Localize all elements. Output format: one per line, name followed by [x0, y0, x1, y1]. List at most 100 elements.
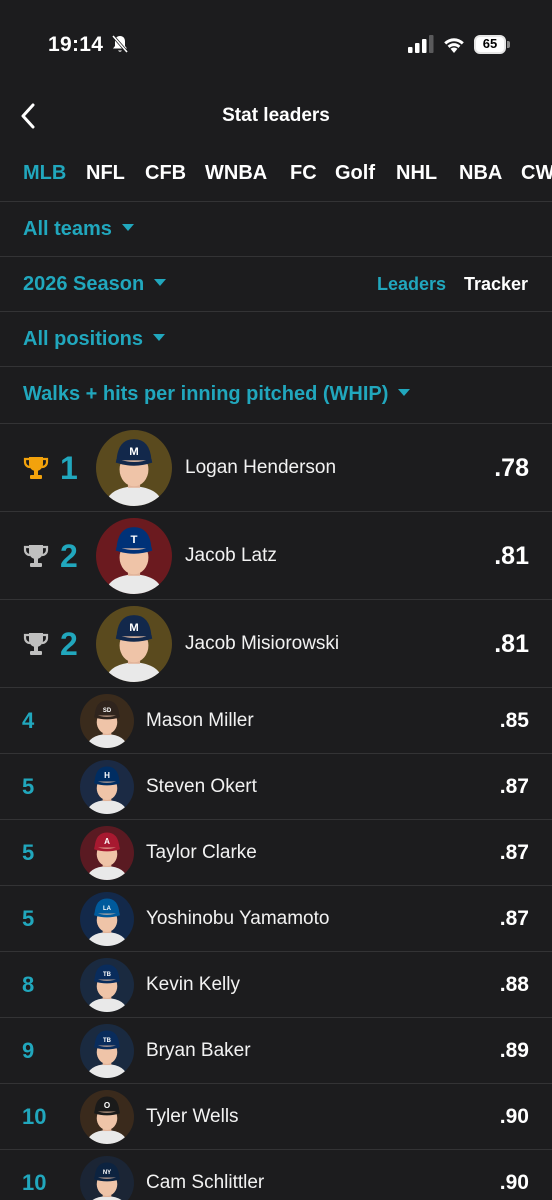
- season-filter-row: 2026 Season Leaders Tracker: [0, 256, 552, 311]
- player-name[interactable]: Jacob Latz: [185, 545, 277, 567]
- svg-text:NY: NY: [103, 1170, 111, 1176]
- stat-value: .90: [499, 1104, 529, 1128]
- wifi-icon: [444, 38, 464, 53]
- leaders-toggle[interactable]: Leaders: [377, 274, 446, 295]
- leader-row[interactable]: 2 M Jacob Misiorowski .81: [0, 599, 552, 687]
- tracker-toggle[interactable]: Tracker: [464, 274, 528, 295]
- stat-value: .87: [499, 906, 529, 930]
- leader-row[interactable]: 5 A Taylor Clarke .87: [0, 819, 552, 885]
- player-avatar[interactable]: NY: [80, 1156, 134, 1200]
- player-name[interactable]: Tyler Wells: [146, 1106, 239, 1128]
- rank-number: 5: [22, 906, 35, 932]
- nav-header: Stat leaders: [0, 90, 552, 145]
- player-name[interactable]: Bryan Baker: [146, 1040, 251, 1062]
- rank-number: 8: [22, 972, 35, 998]
- trophy-icon: [23, 633, 49, 655]
- stat-filter-dropdown[interactable]: Walks + hits per inning pitched (WHIP): [23, 383, 411, 406]
- tab-nhl[interactable]: NHL: [396, 162, 437, 185]
- stat-value: .87: [499, 840, 529, 864]
- stat-value: .78: [494, 453, 529, 482]
- team-filter-dropdown[interactable]: All teams: [23, 218, 134, 241]
- player-avatar[interactable]: SD: [80, 694, 134, 748]
- battery-indicator: 65: [474, 35, 510, 54]
- bell-muted-icon: [111, 35, 129, 53]
- tab-wnba[interactable]: WNBA: [205, 162, 267, 185]
- rank-number: 9: [22, 1038, 35, 1064]
- leader-row[interactable]: 8 TB Kevin Kelly .88: [0, 951, 552, 1017]
- player-name[interactable]: Yoshinobu Yamamoto: [146, 908, 329, 930]
- player-name[interactable]: Cam Schlittler: [146, 1172, 264, 1194]
- leader-row[interactable]: 5 LA Yoshinobu Yamamoto .87: [0, 885, 552, 951]
- trophy-icon: [23, 545, 49, 567]
- tab-nfl[interactable]: NFL: [86, 162, 125, 185]
- leader-row[interactable]: 5 H Steven Okert .87: [0, 753, 552, 819]
- rank-number: 5: [22, 774, 35, 800]
- svg-text:H: H: [104, 771, 110, 780]
- status-bar: 19:14 65: [0, 0, 552, 90]
- stat-value: .88: [499, 972, 529, 996]
- tab-cw[interactable]: CW: [521, 162, 552, 185]
- stat-value: .81: [494, 541, 529, 570]
- player-avatar[interactable]: M: [96, 606, 172, 682]
- tab-fc[interactable]: FC: [290, 162, 317, 185]
- player-name[interactable]: Taylor Clarke: [146, 842, 257, 864]
- caret-down-icon: [154, 279, 167, 286]
- player-name[interactable]: Jacob Misiorowski: [185, 633, 339, 655]
- position-filter-row: All positions: [0, 311, 552, 366]
- stat-value: .85: [499, 708, 529, 732]
- player-avatar[interactable]: T: [96, 518, 172, 594]
- player-name[interactable]: Steven Okert: [146, 776, 257, 798]
- stat-value: .90: [499, 1170, 529, 1194]
- player-name[interactable]: Logan Henderson: [185, 457, 336, 479]
- cellular-signal-icon: [408, 35, 434, 53]
- page-title: Stat leaders: [222, 105, 330, 126]
- player-avatar[interactable]: TB: [80, 1024, 134, 1078]
- season-filter-dropdown[interactable]: 2026 Season: [23, 273, 167, 296]
- player-avatar[interactable]: TB: [80, 958, 134, 1012]
- rank-number: 5: [22, 840, 35, 866]
- player-avatar[interactable]: M: [96, 430, 172, 506]
- svg-text:SD: SD: [103, 708, 112, 714]
- svg-text:A: A: [104, 837, 110, 846]
- tab-cfb[interactable]: CFB: [145, 162, 186, 185]
- position-filter-label: All positions: [23, 328, 143, 350]
- battery-level: 65: [482, 36, 498, 51]
- trophy-icon: [23, 457, 49, 479]
- leader-row[interactable]: 1 M Logan Henderson .78: [0, 423, 552, 511]
- player-avatar[interactable]: A: [80, 826, 134, 880]
- svg-text:TB: TB: [103, 972, 112, 978]
- leader-row[interactable]: 9 TB Bryan Baker .89: [0, 1017, 552, 1083]
- tab-nba[interactable]: NBA: [459, 162, 502, 185]
- leader-row[interactable]: 10 O Tyler Wells .90: [0, 1083, 552, 1149]
- caret-down-icon: [121, 224, 134, 231]
- rank-number: 2: [60, 625, 78, 662]
- season-filter-label: 2026 Season: [23, 273, 145, 295]
- caret-down-icon: [398, 389, 411, 396]
- league-tabs: MLB NFL CFB WNBA FC Golf NHL NBA CW: [0, 150, 552, 196]
- stat-value: .81: [494, 629, 529, 658]
- rank-number: 1: [60, 449, 78, 486]
- caret-down-icon: [153, 334, 165, 341]
- status-time: 19:14: [48, 33, 104, 56]
- svg-text:M: M: [129, 622, 139, 634]
- rank-number: 10: [22, 1104, 47, 1130]
- tab-mlb[interactable]: MLB: [23, 162, 66, 185]
- svg-text:LA: LA: [103, 906, 112, 912]
- leader-row[interactable]: 10 NY Cam Schlittler .90: [0, 1149, 552, 1200]
- leader-row[interactable]: 4 SD Mason Miller .85: [0, 687, 552, 753]
- player-avatar[interactable]: LA: [80, 892, 134, 946]
- position-filter-dropdown[interactable]: All positions: [23, 328, 165, 351]
- team-filter-row: All teams: [0, 201, 552, 256]
- svg-text:O: O: [104, 1101, 110, 1110]
- player-avatar[interactable]: H: [80, 760, 134, 814]
- stat-filter-label: Walks + hits per inning pitched (WHIP): [23, 383, 389, 405]
- leader-row[interactable]: 2 T Jacob Latz .81: [0, 511, 552, 599]
- player-avatar[interactable]: O: [80, 1090, 134, 1144]
- team-filter-label: All teams: [23, 218, 112, 240]
- stat-value: .87: [499, 774, 529, 798]
- svg-text:T: T: [131, 534, 138, 546]
- tab-golf[interactable]: Golf: [335, 162, 375, 185]
- stat-value: .89: [499, 1038, 529, 1062]
- player-name[interactable]: Mason Miller: [146, 710, 254, 732]
- player-name[interactable]: Kevin Kelly: [146, 974, 240, 996]
